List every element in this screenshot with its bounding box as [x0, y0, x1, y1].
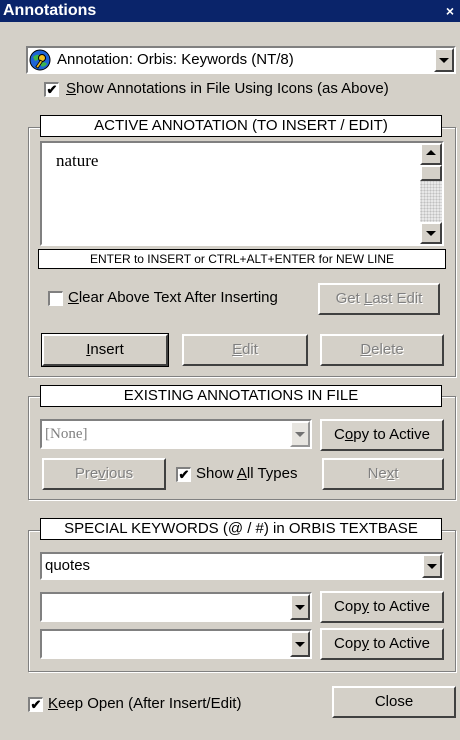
special-keywords-title: SPECIAL KEYWORDS (@ / #) in ORBIS TEXTBA…	[40, 518, 442, 540]
chevron-down-icon[interactable]	[290, 631, 310, 657]
edit-button[interactable]: Edit	[182, 334, 308, 366]
keep-open-checkbox[interactable]: ✔	[28, 697, 43, 712]
get-last-edit-button[interactable]: Get Last Edit	[318, 283, 440, 315]
label-accel: v	[98, 465, 106, 482]
label-part: py to Active	[353, 426, 430, 443]
special-keywords-value: quotes	[45, 557, 91, 574]
annotation-text-area[interactable]: nature	[40, 141, 444, 246]
special-keyword-select-2[interactable]	[40, 629, 312, 659]
label-part: Cop	[334, 635, 362, 652]
label-part: ll Types	[246, 465, 298, 482]
copy-to-active-button-2[interactable]: Copy to Active	[320, 628, 444, 660]
label-part: to Active	[369, 635, 430, 652]
shortcut-hint: ENTER to INSERT or CTRL+ALT+ENTER for NE…	[38, 249, 446, 269]
label-part: ious	[105, 465, 134, 482]
scroll-up-icon[interactable]	[420, 143, 442, 165]
delete-button[interactable]: Delete	[320, 334, 444, 366]
orbis-globe-key-icon	[29, 49, 51, 71]
active-annotation-title: ACTIVE ANNOTATION (TO INSERT / EDIT)	[40, 115, 442, 137]
window-title: Annotations	[3, 2, 97, 19]
scroll-down-icon[interactable]	[420, 222, 442, 244]
label-part: elete	[371, 341, 404, 358]
insert-button[interactable]: Insert	[41, 333, 169, 367]
label-part: to Active	[369, 598, 430, 615]
label-accel: K	[48, 695, 59, 712]
annotation-text: nature	[56, 151, 99, 170]
next-button[interactable]: Next	[322, 458, 444, 490]
label-part: eep Open (After Insert/Edit)	[58, 695, 242, 712]
show-all-types-checkbox[interactable]: ✔	[176, 467, 191, 482]
close-icon[interactable]: ×	[442, 3, 458, 19]
shortcut-hint-text: ENTER to INSERT or CTRL+ALT+ENTER for NE…	[89, 252, 395, 266]
close-button[interactable]: Close	[332, 686, 456, 718]
existing-annotations-select[interactable]: [None]	[40, 419, 312, 449]
chevron-down-icon[interactable]	[290, 421, 310, 447]
copy-to-active-button[interactable]: Copy to Active	[320, 419, 444, 451]
label-part: ast Edit	[372, 290, 423, 307]
special-keyword-select-1[interactable]	[40, 592, 312, 622]
existing-annotations-value: [None]	[45, 426, 88, 442]
clear-text-label: Clear Above Text After Inserting	[68, 289, 278, 306]
title-bar: Annotations	[0, 0, 460, 22]
previous-button[interactable]: Previous	[42, 458, 166, 490]
show-icons-label: Show Annotations in File Using Icons (as…	[66, 80, 389, 97]
label-part: C	[334, 426, 345, 443]
special-keywords-select[interactable]: quotes	[40, 552, 444, 580]
label-part: nsert	[90, 341, 124, 358]
label-part: Pre	[74, 465, 99, 482]
copy-to-active-button-1[interactable]: Copy to Active	[320, 591, 444, 623]
chevron-down-icon[interactable]	[434, 48, 454, 72]
scroll-thumb[interactable]	[420, 165, 442, 181]
annotation-type-select[interactable]: Annotation: Orbis: Keywords (NT/8)	[26, 46, 456, 74]
label-part: Cop	[334, 598, 362, 615]
label-accel: D	[360, 341, 372, 358]
label-part: Show	[196, 465, 237, 482]
show-icons-checkbox[interactable]: ✔	[44, 82, 59, 97]
chevron-down-icon[interactable]	[422, 554, 442, 578]
label-accel: y	[361, 598, 370, 615]
label-accel: C	[68, 289, 79, 306]
label-part: dit	[242, 341, 258, 358]
label-part: t	[394, 465, 399, 482]
label-accel: S	[66, 80, 77, 97]
label-part: Ne	[367, 465, 387, 482]
label-accel: o	[344, 426, 354, 443]
show-all-types-label: Show All Types	[196, 465, 297, 482]
clear-text-checkbox[interactable]	[48, 291, 63, 306]
label-accel: E	[232, 341, 243, 358]
chevron-down-icon[interactable]	[290, 594, 310, 620]
label-part: Get	[335, 290, 364, 307]
annotation-type-value: Annotation: Orbis: Keywords (NT/8)	[57, 51, 294, 68]
label-accel: y	[361, 635, 370, 652]
label-accel: A	[236, 465, 247, 482]
label-part: lear Above Text After Inserting	[78, 289, 278, 306]
label-part: how Annotations in File Using Icons (as …	[76, 80, 389, 97]
keep-open-label: Keep Open (After Insert/Edit)	[48, 695, 241, 712]
existing-annotations-title: EXISTING ANNOTATIONS IN FILE	[40, 385, 442, 407]
